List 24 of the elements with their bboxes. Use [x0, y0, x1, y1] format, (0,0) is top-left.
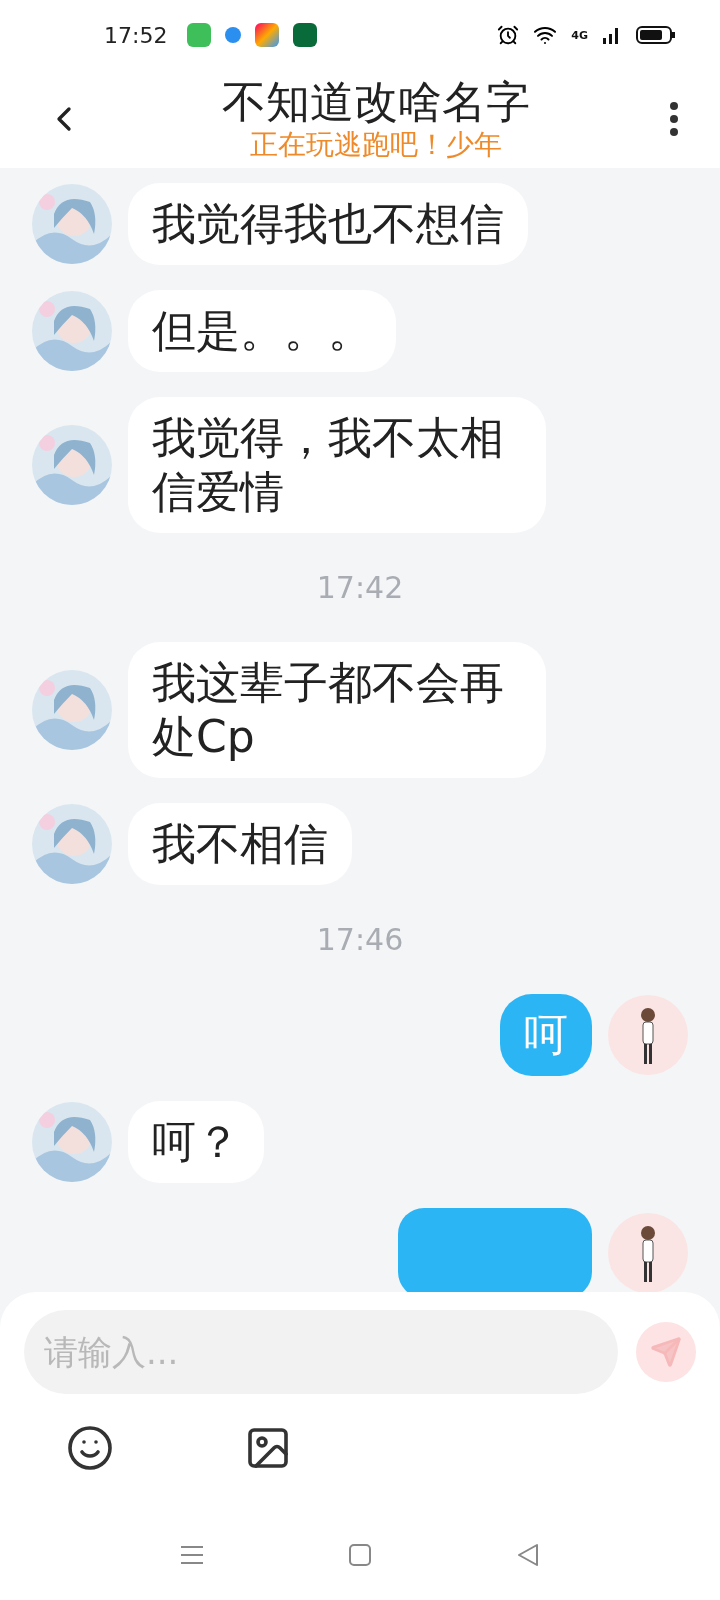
message-input[interactable]: 请输入... — [24, 1310, 618, 1394]
network-label: 4G — [571, 28, 588, 42]
app-icon — [255, 23, 280, 47]
message-bubble: 我不相信 — [128, 803, 352, 885]
emoji-button[interactable] — [66, 1424, 114, 1472]
app-icon — [225, 27, 242, 43]
alarm-icon — [497, 24, 520, 46]
time-separator: 17:42 — [316, 570, 404, 605]
home-icon[interactable] — [346, 1541, 374, 1569]
send-icon — [650, 1336, 682, 1368]
battery-icon — [636, 24, 676, 46]
status-time: 17:52 — [104, 22, 168, 48]
message-bubble: 呵？ — [128, 1101, 264, 1183]
message-bubble: 我觉得我也不想信 — [128, 183, 528, 265]
app-icon — [187, 23, 212, 47]
message-bubble: 我这辈子都不会再处Cp — [128, 642, 546, 778]
app-icon — [293, 23, 318, 47]
message-bubble: 我觉得，我不太相信爱情 — [128, 397, 546, 533]
message-bubble: 呵 — [500, 994, 592, 1076]
chat-title: 不知道改啥名字 — [222, 76, 530, 128]
more-icon[interactable] — [668, 101, 680, 137]
message-bubble: 但是。。。 — [128, 290, 396, 372]
time-separator: 17:46 — [316, 922, 404, 957]
chat-subtitle: 正在玩逃跑吧！少年 — [250, 128, 502, 162]
